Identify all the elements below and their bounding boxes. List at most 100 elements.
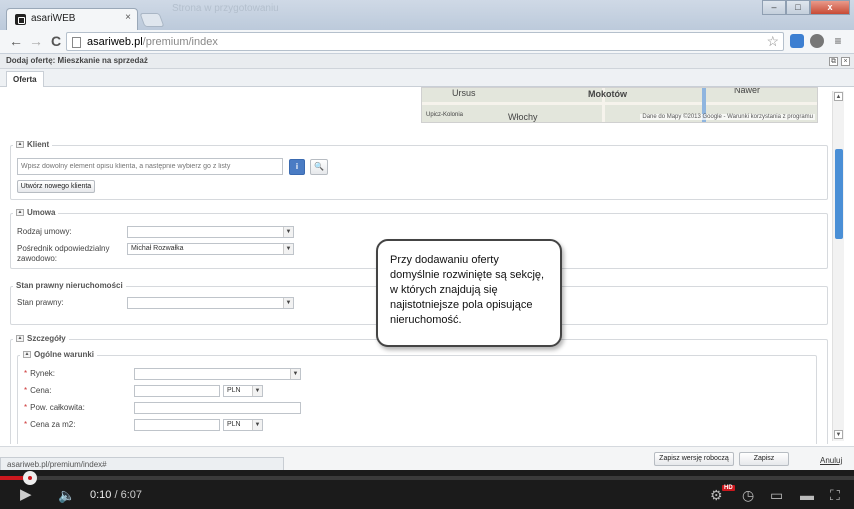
section-legend[interactable]: ▲ Umowa [13,208,59,217]
app-window: Dodaj ofertę: Mieszkanie na sprzedaż ⧉ ×… [0,54,854,471]
rodzaj-umowy-select[interactable]: ▼ [127,226,294,238]
forward-icon[interactable]: → [28,33,44,49]
scrollbar[interactable]: ▲ ▼ [832,91,844,441]
close-window-button[interactable]: x [810,0,850,15]
extension-icon-2[interactable] [810,34,824,48]
collapse-icon[interactable]: ▲ [23,351,31,358]
url-text: asariweb.pl/premium/index [87,36,218,48]
map[interactable]: Ursus Mokotów Nawer Upicz-Kolonia Włochy… [421,87,818,123]
cena-m2-currency-select[interactable]: PLN ▼ [223,419,263,431]
collapse-icon[interactable]: ▲ [16,335,24,342]
map-label: Mokotów [588,89,627,99]
new-tab-button[interactable] [139,13,165,27]
extension-icon[interactable] [790,34,804,48]
tab-title: asariWEB [31,13,76,24]
form-content: Ursus Mokotów Nawer Upicz-Kolonia Włochy… [0,87,846,444]
new-client-button[interactable]: Utwórz nowego klienta [17,180,95,193]
play-icon[interactable]: ▶ [20,487,32,503]
save-draft-button[interactable]: Zapisz wersję roboczą [654,452,734,466]
cena-input[interactable] [134,385,220,397]
scroll-down-icon[interactable]: ▼ [834,430,843,439]
watch-later-icon[interactable]: ◷ [742,487,754,503]
map-label: Upicz-Kolonia [426,112,464,118]
chevron-down-icon: ▼ [283,298,293,308]
restore-icon[interactable]: ⧉ [829,57,838,66]
theater-mode-icon[interactable]: ▬ [800,487,814,503]
scroll-up-icon[interactable]: ▲ [834,92,843,101]
chevron-down-icon: ▼ [252,420,262,430]
collapse-icon[interactable]: ▲ [16,141,24,148]
reload-icon[interactable]: C [48,33,64,49]
browser-toolbar: ← → C asariweb.pl/premium/index ☆ ≡ [0,30,854,54]
back-icon[interactable]: ← [8,33,24,49]
chevron-down-icon: ▼ [283,244,293,254]
progress-handle[interactable] [23,471,37,485]
minimize-button[interactable]: – [762,0,786,15]
page-icon [72,37,81,48]
pow-calkowita-input[interactable] [134,402,301,414]
menu-icon[interactable]: ≡ [830,33,846,49]
small-player-icon[interactable]: ▭ [770,487,783,503]
subsection-ogolne-warunki: ▲ Ogólne warunki * Rynek: ▼ * Cena: PLN ▼ * P… [17,350,817,444]
progress-bar[interactable] [0,476,854,480]
map-label: Ursus [452,88,476,98]
cancel-link[interactable]: Anuluj [820,456,842,465]
form-footer: Zapisz wersję roboczą Zapisz Anuluj asar… [0,446,854,471]
hd-badge: HD [722,485,735,491]
maximize-button[interactable]: □ [786,0,810,15]
client-search-input[interactable] [17,158,283,175]
save-button[interactable]: Zapisz [739,452,789,466]
stan-prawny-select[interactable]: ▼ [127,297,294,309]
chevron-down-icon: ▼ [252,386,262,396]
section-szczegoly: ▲ Szczegóły ▲ Ogólne warunki * Rynek: ▼ * Ce… [10,334,828,444]
map-label: Nawer [734,87,761,95]
rynek-label: * Rynek: [24,369,56,378]
collapse-icon[interactable]: ▲ [16,209,24,216]
volume-icon[interactable]: 🔈 [58,487,75,503]
close-icon[interactable]: × [841,57,850,66]
asari-favicon-icon [15,14,26,25]
map-label: Włochy [508,112,538,122]
section-legend[interactable]: ▲ Szczegóły [13,334,69,343]
cena-label: * Cena: [24,386,52,395]
video-player-controls: ▶ 🔈 0:10 / 6:07 ⚙ HD ◷ ▭ ▬ ⛶ [0,470,854,509]
chevron-down-icon: ▼ [283,227,293,237]
section-klient: ▲Klient i 🔍 Utwórz nowego klienta [10,140,828,200]
app-header: Dodaj ofertę: Mieszkanie na sprzedaż ⧉ × [0,54,854,69]
browser-tabstrip: asariWEB × Strona w przygotowaniu – □ x [0,0,854,30]
section-legend[interactable]: ▲ Ogólne warunki [20,350,98,359]
settings-icon[interactable]: ⚙ [710,487,723,503]
bookmark-star-icon[interactable]: ☆ [766,33,779,50]
cena-m2-input[interactable] [134,419,220,431]
cena-m2-label: * Cena za m2: [24,420,76,429]
posrednik-label: Pośrednik odpowiedzialny zawodowo: [17,244,110,263]
posrednik-select[interactable]: Michał Rozwałka ▼ [127,243,294,255]
search-icon[interactable]: 🔍 [310,159,328,175]
window-controls: – □ x [762,0,850,18]
rynek-select[interactable]: ▼ [134,368,301,380]
pow-calkowita-label: * Pow. całkowita: [24,403,85,412]
section-legend[interactable]: ▲ Klient [13,140,53,149]
tab-oferta[interactable]: Oferta [6,71,44,87]
fullscreen-icon[interactable]: ⛶ [830,487,840,503]
info-icon[interactable]: i [289,159,305,175]
progress-fill [0,476,23,480]
map-copyright: Dane do Mapy ©2013 Google - Warunki korz… [640,114,815,120]
scrollbar-thumb[interactable] [835,149,843,239]
cena-currency-select[interactable]: PLN ▼ [223,385,263,397]
background-window-title: Strona w przygotowaniu [172,3,279,14]
tutorial-callout: Przy dodawaniu oferty domyślnie rozwinię… [376,239,562,347]
chevron-down-icon: ▼ [290,369,300,379]
status-url: asariweb.pl/premium/index# [0,457,284,471]
tab-close-icon[interactable]: × [125,12,131,23]
stan-prawny-label: Stan prawny: [17,298,64,307]
browser-tab[interactable]: asariWEB × [6,8,138,30]
rodzaj-umowy-label: Rodzaj umowy: [17,227,72,236]
address-bar[interactable]: asariweb.pl/premium/index ☆ [66,32,784,51]
time-display: 0:10 / 6:07 [90,489,143,501]
app-tabbar: Oferta [0,69,854,87]
screen: asariWEB × Strona w przygotowaniu – □ x … [0,0,854,509]
map-road [422,102,817,105]
section-legend[interactable]: Stan prawny nieruchomości [13,281,126,290]
page-title: Dodaj ofertę: Mieszkanie na sprzedaż [6,56,148,65]
